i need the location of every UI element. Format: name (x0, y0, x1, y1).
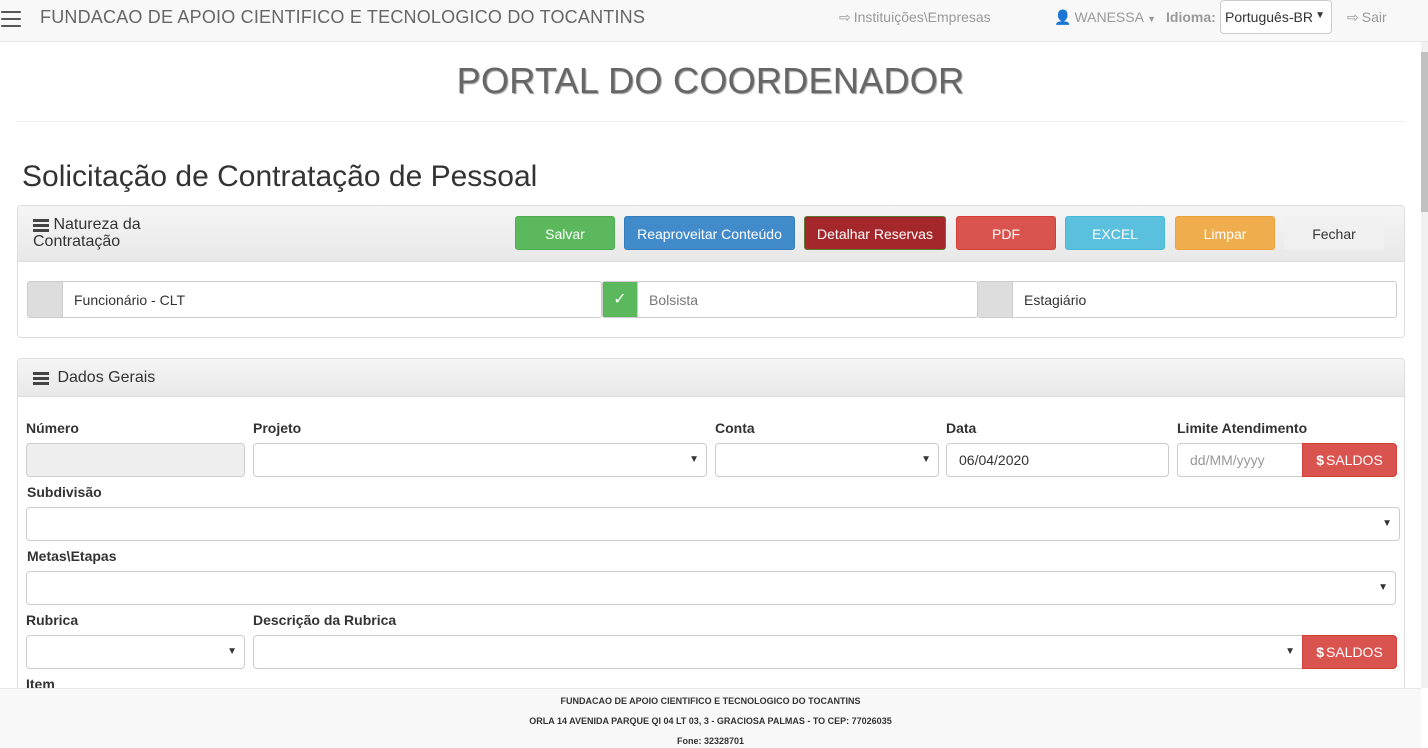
dropdown-arrow-icon: ▼ (1378, 582, 1388, 593)
list-icon (33, 371, 49, 385)
instituicoes-label: Instituições\Empresas (853, 9, 991, 25)
dropdown-arrow-icon: ▼ (1382, 518, 1392, 529)
option-bolsista[interactable]: ✓ Bolsista (602, 281, 978, 318)
dropdown-arrow-icon: ▼ (1315, 10, 1325, 21)
footer-phone: Fone: 32328701 (676, 736, 745, 746)
hamburger-menu-icon[interactable] (1, 11, 21, 27)
pdf-button[interactable]: PDF (956, 216, 1056, 250)
subdivisao-label: Subdivisão (27, 484, 102, 500)
sign-out-icon: ⇨ (839, 9, 851, 25)
numero-label: Número (26, 420, 79, 436)
user-name: WANESSA (1074, 9, 1144, 25)
user-icon: 👤 (1054, 9, 1072, 25)
top-navbar: FUNDACAO DE APOIO CIENTIFICO E TECNOLOGI… (0, 0, 1428, 42)
sair-label: Sair (1361, 9, 1387, 25)
dados-gerais-heading: Dados Gerais (33, 369, 155, 387)
descricao-rubrica-select[interactable]: ▼ (253, 635, 1303, 669)
list-icon (33, 218, 49, 232)
instituicoes-link[interactable]: ⇨ Instituições\Empresas (839, 9, 991, 26)
option-funcionario-clt[interactable]: Funcionário - CLT (27, 281, 602, 318)
natureza-heading-label: Natureza da Contratação (33, 216, 141, 250)
limite-atendimento-field[interactable]: dd/MM/yyyy (1177, 443, 1303, 477)
dados-gerais-panel: Dados Gerais Número Projeto ▼ Conta ▼ Da… (17, 358, 1405, 698)
sair-link[interactable]: ⇨ Sair (1347, 9, 1387, 26)
subdivisao-select[interactable]: ▼ (26, 507, 1400, 541)
excel-button[interactable]: EXCEL (1065, 216, 1165, 250)
dados-gerais-panel-heading: Dados Gerais (18, 359, 1404, 397)
option-label: Bolsista (649, 292, 699, 308)
page-title: PORTAL DO COORDENADOR (456, 60, 965, 101)
language-select[interactable]: Português-BR ▼ (1220, 0, 1332, 34)
checkbox-addon[interactable] (978, 282, 1013, 317)
natureza-panel-heading: Natureza da Contratação Salvar Reaprovei… (18, 206, 1404, 262)
option-estagiario[interactable]: Estagiário (977, 281, 1397, 318)
reaproveitar-button[interactable]: Reaproveitar Conteúdo (624, 216, 795, 250)
dropdown-arrow-icon: ▼ (921, 454, 931, 465)
data-label: Data (946, 420, 977, 436)
idioma-label: Idioma: (1166, 9, 1216, 25)
dropdown-arrow-icon: ▼ (1285, 646, 1295, 657)
dollar-icon: $ (1316, 452, 1324, 468)
page-scrollbar[interactable] (1421, 42, 1428, 688)
salvar-button[interactable]: Salvar (515, 216, 615, 250)
limite-placeholder: dd/MM/yyyy (1190, 452, 1265, 468)
footer-address: ORLA 14 AVENIDA PARQUE QI 04 LT 03, 3 - … (529, 716, 892, 726)
natureza-panel: Natureza da Contratação Salvar Reaprovei… (17, 205, 1405, 338)
brand-title[interactable]: FUNDACAO DE APOIO CIENTIFICO E TECNOLOGI… (40, 7, 645, 28)
metas-etapas-select[interactable]: ▼ (26, 571, 1396, 605)
option-label: Funcionário - CLT (74, 292, 186, 308)
user-menu[interactable]: 👤 WANESSA ▼ (1054, 9, 1156, 26)
page-footer: FUNDACAO DE APOIO CIENTIFICO E TECNOLOGI… (0, 688, 1421, 748)
caret-down-icon: ▼ (1147, 14, 1156, 24)
rubrica-select[interactable]: ▼ (26, 635, 245, 669)
projeto-select[interactable]: ▼ (253, 443, 707, 477)
language-value: Português-BR (1225, 9, 1313, 25)
data-field[interactable]: 06/04/2020 (946, 443, 1169, 477)
conta-label: Conta (715, 420, 755, 436)
dropdown-arrow-icon: ▼ (227, 646, 237, 657)
check-icon[interactable]: ✓ (603, 282, 638, 317)
descricao-rubrica-label: Descrição da Rubrica (253, 612, 397, 628)
saldos-button[interactable]: $ SALDOS (1302, 443, 1397, 477)
page-header: PORTAL DO COORDENADOR (16, 42, 1405, 122)
fechar-button[interactable]: Fechar (1284, 216, 1384, 250)
rubrica-label: Rubrica (26, 612, 79, 628)
dropdown-arrow-icon: ▼ (689, 454, 699, 465)
checkbox-addon[interactable] (28, 282, 63, 317)
projeto-label: Projeto (253, 420, 302, 436)
option-label: Estagiário (1024, 292, 1087, 308)
detalhar-reservas-button[interactable]: Detalhar Reservas (804, 216, 946, 250)
dollar-icon: $ (1316, 644, 1324, 660)
conta-select[interactable]: ▼ (715, 443, 939, 477)
footer-org-name: FUNDACAO DE APOIO CIENTIFICO E TECNOLOGI… (560, 696, 861, 706)
scrollbar-thumb[interactable] (1421, 52, 1428, 212)
logout-icon: ⇨ (1347, 9, 1359, 25)
saldos-label: SALDOS (1325, 452, 1383, 468)
saldos-rubrica-button[interactable]: $ SALDOS (1302, 635, 1397, 669)
natureza-heading: Natureza da Contratação (33, 216, 173, 250)
dados-gerais-heading-label: Dados Gerais (57, 369, 156, 386)
section-title: Solicitação de Contratação de Pessoal (22, 160, 538, 193)
limpar-button[interactable]: Limpar (1175, 216, 1275, 250)
saldos-label: SALDOS (1325, 644, 1383, 660)
metas-etapas-label: Metas\Etapas (27, 548, 117, 564)
numero-field[interactable] (26, 443, 245, 477)
limite-atendimento-label: Limite Atendimento (1177, 420, 1308, 436)
